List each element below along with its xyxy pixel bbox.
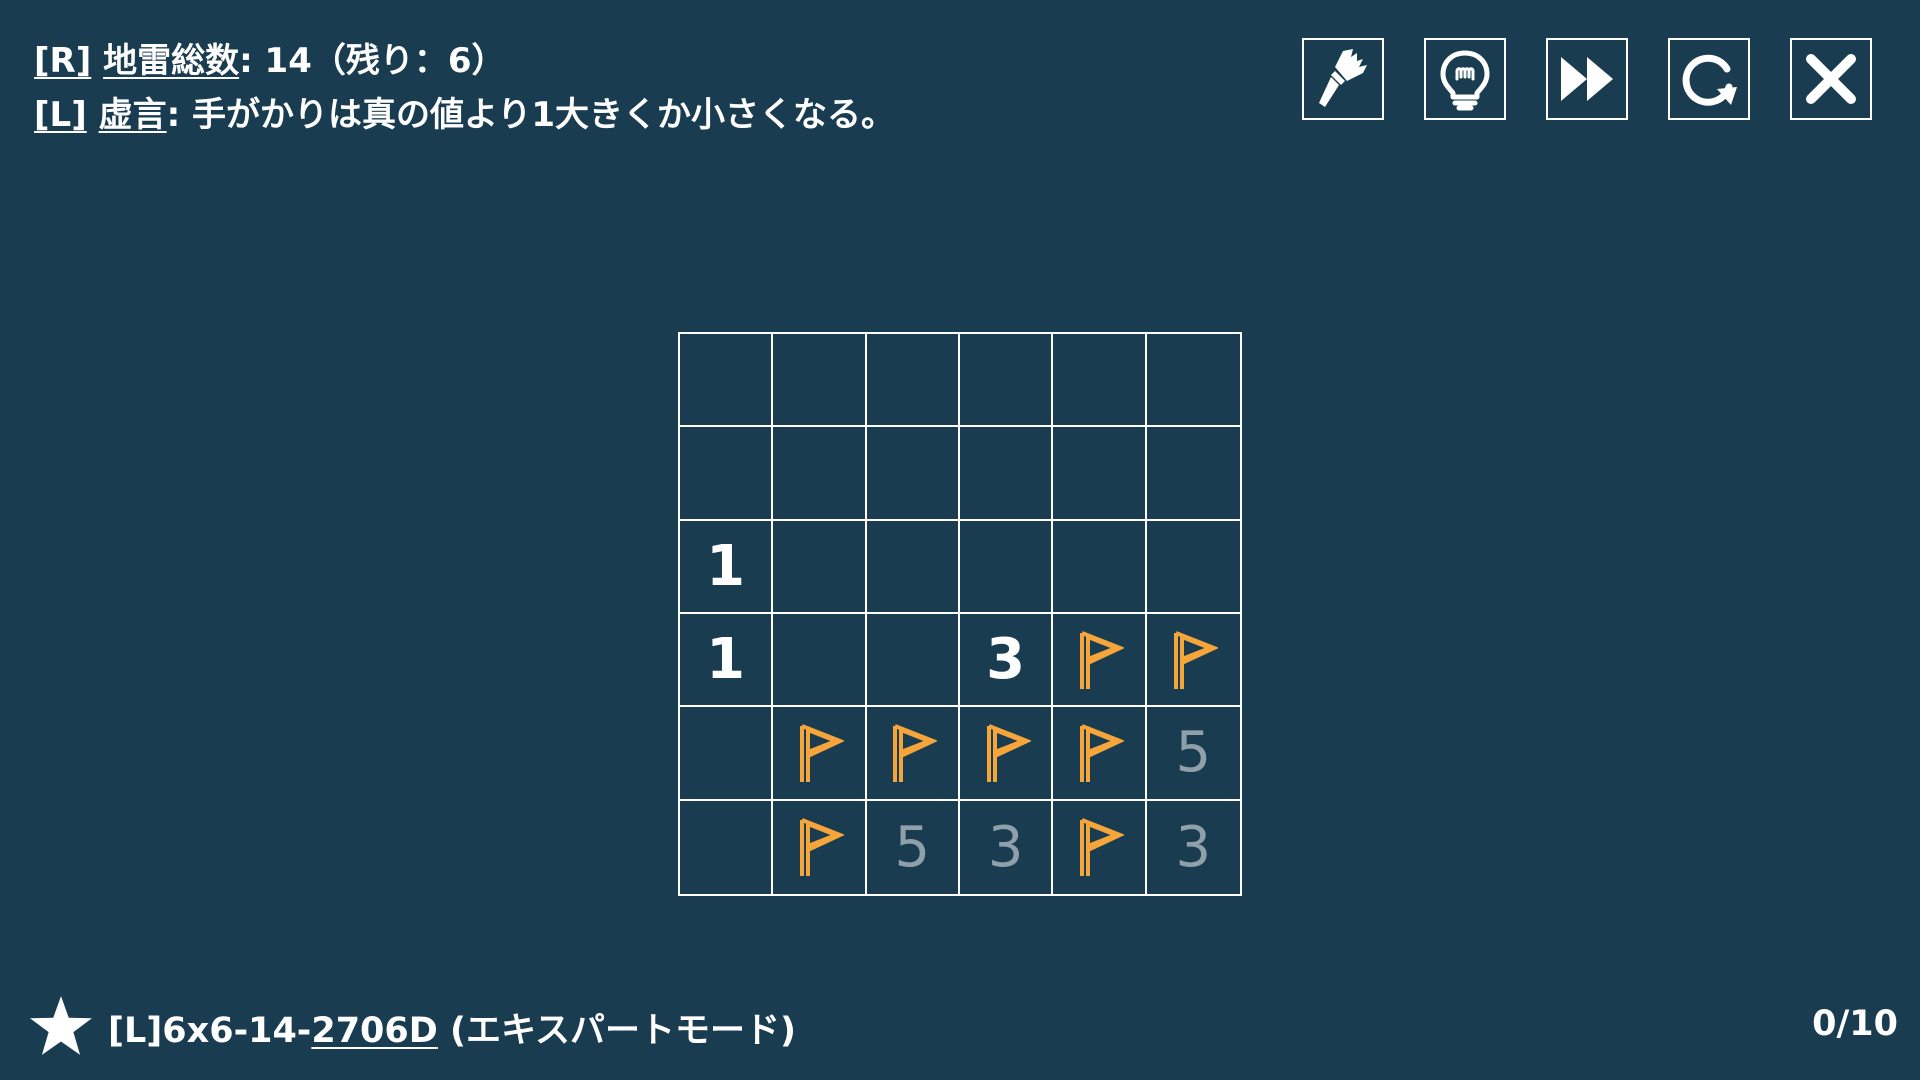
board-cell-empty[interactable] <box>866 427 960 521</box>
cell-number: 3 <box>1175 814 1212 880</box>
restart-icon <box>1682 54 1737 106</box>
game-screen: [R] 地雷総数: 14（残り：6） [L] 虚言: 手がかりは真の値より1大き… <box>0 0 1920 1080</box>
board-cell-empty[interactable] <box>1146 427 1240 521</box>
minesweeper-board: 1135533 <box>678 332 1242 896</box>
brush-button[interactable] <box>1302 38 1384 120</box>
flag-icon <box>799 818 844 877</box>
rule-tag: [L] <box>34 95 87 135</box>
board-cell-flagged[interactable] <box>866 707 960 801</box>
board-cell-empty[interactable] <box>1053 520 1147 614</box>
cell-number: 3 <box>987 814 1024 880</box>
board-cell-revealed[interactable]: 5 <box>1146 707 1240 801</box>
board-cell-clue[interactable]: 1 <box>680 520 774 614</box>
board-cell-clue[interactable]: 3 <box>960 614 1054 708</box>
board-cell-empty[interactable] <box>680 427 774 521</box>
board-cell-empty[interactable] <box>1146 334 1240 428</box>
skip-button[interactable] <box>1546 38 1628 120</box>
board-cell-empty[interactable] <box>773 427 867 521</box>
board-cell-empty[interactable] <box>960 334 1054 428</box>
flag-icon <box>799 724 844 782</box>
puzzle-id: [L]6x6-14-2706D (エキスパートモード) <box>108 1002 796 1053</box>
puzzle-info: [L]6x6-14-2706D (エキスパートモード) <box>28 992 796 1062</box>
board-cell-empty[interactable] <box>680 334 774 428</box>
cell-number: 5 <box>894 814 931 880</box>
brush-icon <box>1319 49 1367 107</box>
board-cell-revealed[interactable]: 3 <box>1147 801 1240 894</box>
close-icon <box>1806 54 1856 104</box>
board-cell-flagged[interactable] <box>1053 707 1147 801</box>
board-cell-empty[interactable] <box>866 334 960 428</box>
puzzle-prefix: [L]6x6-14- <box>108 1010 312 1051</box>
board-cell-empty[interactable] <box>866 520 960 614</box>
board-cell-flagged[interactable] <box>1146 614 1240 708</box>
rules-panel: [R] 地雷総数: 14（残り：6） [L] 虚言: 手がかりは真の値より1大き… <box>34 34 895 142</box>
hint-button[interactable] <box>1424 38 1506 120</box>
cell-number: 1 <box>706 627 746 693</box>
flag-icon <box>1079 630 1124 689</box>
cell-number: 3 <box>986 627 1026 693</box>
rule-tag: [R] <box>34 41 92 81</box>
board-cell-flagged[interactable] <box>960 707 1054 801</box>
board-cell-revealed[interactable]: 3 <box>960 800 1054 894</box>
board-cell-flagged[interactable] <box>773 707 867 801</box>
close-button[interactable] <box>1790 38 1872 120</box>
board-cell-empty[interactable] <box>773 520 867 614</box>
board-cell-revealed[interactable]: 5 <box>867 800 960 894</box>
board-cell-empty[interactable] <box>680 707 774 801</box>
lightbulb-icon <box>1440 50 1490 111</box>
progress-counter: 0/10 <box>1812 1004 1898 1044</box>
rule-name[interactable]: 地雷総数 <box>103 41 239 81</box>
cell-number: 5 <box>1175 720 1212 786</box>
flag-icon <box>893 724 938 782</box>
puzzle-mode: (エキスパートモード) <box>437 1010 796 1051</box>
board-cell-empty[interactable] <box>680 800 774 894</box>
board-cell-empty[interactable] <box>1146 521 1240 614</box>
board-cell-empty[interactable] <box>960 427 1054 521</box>
board-cell-empty[interactable] <box>1053 427 1147 521</box>
flag-icon <box>986 724 1031 782</box>
cell-number: 1 <box>706 533 746 599</box>
rule-mine-count: [R] 地雷総数: 14（残り：6） <box>34 34 895 88</box>
fast-forward-icon <box>1561 57 1613 101</box>
puzzle-code-link[interactable]: 2706D <box>311 1011 437 1051</box>
board-cell-flagged[interactable] <box>1053 614 1147 708</box>
board-cell-flagged[interactable] <box>773 800 867 894</box>
board-cell-clue[interactable]: 1 <box>680 614 774 708</box>
rule-name[interactable]: 虚言 <box>99 95 167 135</box>
board-cell-flagged[interactable] <box>1053 800 1147 894</box>
flag-icon <box>1079 818 1124 877</box>
board-cell-empty[interactable] <box>1053 334 1147 428</box>
board-cell-empty[interactable] <box>866 614 960 708</box>
board-cell-empty[interactable] <box>773 334 867 428</box>
star-icon[interactable] <box>28 994 94 1060</box>
rule-text: : 手がかりは真の値より1大きくか小さくなる。 <box>166 95 896 135</box>
restart-button[interactable] <box>1668 38 1750 120</box>
rule-text: : 14（残り：6） <box>239 41 506 81</box>
flag-icon <box>1079 724 1124 782</box>
board-cell-empty[interactable] <box>960 520 1054 614</box>
flag-icon <box>1174 630 1219 689</box>
rule-liar: [L] 虚言: 手がかりは真の値より1大きくか小さくなる。 <box>34 88 895 142</box>
board-cell-empty[interactable] <box>773 614 867 708</box>
